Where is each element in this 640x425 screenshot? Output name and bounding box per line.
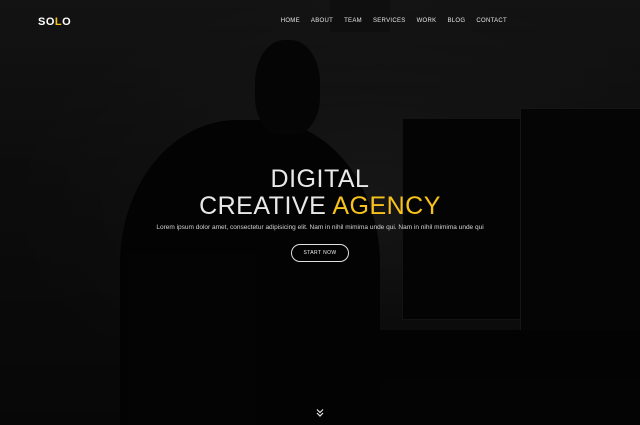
- double-chevron-down-icon[interactable]: [315, 408, 325, 418]
- nav-item-contact[interactable]: CONTACT: [476, 18, 507, 24]
- nav-item-about[interactable]: ABOUT: [311, 18, 333, 24]
- main-nav: HOME ABOUT TEAM SERVICES WORK BLOG CONTA…: [281, 18, 507, 24]
- hero-headline: DIGITAL CREATIVE AGENCY: [0, 166, 640, 220]
- nav-item-team[interactable]: TEAM: [344, 18, 362, 24]
- logo-text-suffix: O: [62, 16, 72, 28]
- nav-item-services[interactable]: SERVICES: [373, 18, 406, 24]
- nav-item-home[interactable]: HOME: [281, 18, 300, 24]
- logo[interactable]: SOLO: [38, 16, 71, 28]
- navbar: SOLO HOME ABOUT TEAM SERVICES WORK BLOG …: [0, 0, 640, 44]
- headline-agency: AGENCY: [332, 192, 441, 220]
- nav-item-blog[interactable]: BLOG: [447, 18, 465, 24]
- headline-line-2: CREATIVE AGENCY: [0, 193, 640, 220]
- headline-creative: CREATIVE: [199, 192, 327, 220]
- logo-text-prefix: SO: [38, 16, 55, 28]
- hero-subtitle: Lorem ipsum dolor amet, consectetur adip…: [156, 224, 484, 231]
- nav-item-work[interactable]: WORK: [417, 18, 437, 24]
- headline-line-1: DIGITAL: [270, 165, 370, 193]
- start-now-button[interactable]: START NOW: [291, 244, 349, 262]
